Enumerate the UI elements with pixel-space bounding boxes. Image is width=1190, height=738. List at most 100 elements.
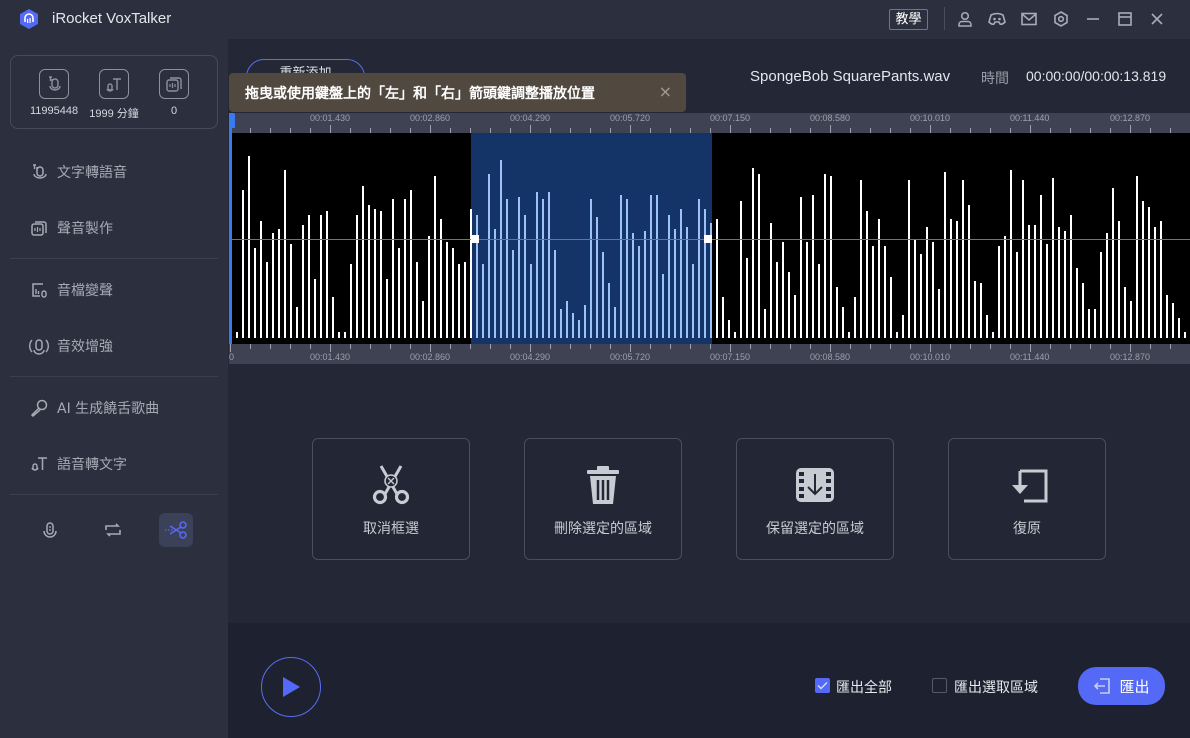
sidebar-item-voice-changer[interactable]: 音檔變聲 [28,278,113,302]
export-icon [1094,678,1111,694]
ruler-tick [730,344,731,352]
waveform-bar [482,264,484,338]
sidebar-item-label: 聲音製作 [57,221,113,237]
sidebar-divider [10,258,218,259]
ruler-tick [950,344,951,349]
ruler-label: 00:05.720 [610,113,651,123]
waveform-bar [902,315,904,338]
titlebar-divider [944,7,945,30]
voice-clone-icon [28,217,50,239]
ruler-label: 00:08.580 [810,113,851,123]
sidebar-item-speech-to-text[interactable]: 語音轉文字 [28,452,127,476]
ruler-tick [1090,344,1091,349]
export-all-checkbox[interactable] [815,678,830,693]
waveform-bar [800,196,802,338]
sidebar-item-label: 文字轉語音 [57,165,127,181]
action-label: 刪除選定的區域 [554,521,652,537]
waveform-bar [422,301,424,338]
waveform-bar [458,264,460,338]
sidebar-item-label: 音效增強 [57,339,113,355]
playhead-handle[interactable] [229,113,235,128]
waveform-bar [872,245,874,338]
convert-button[interactable] [96,513,130,547]
ruler-tick [930,125,931,133]
waveform-bar [686,227,688,338]
waveform-bar [662,274,664,338]
mail-icon[interactable] [1019,9,1039,29]
user-icon[interactable] [955,9,975,29]
play-button[interactable] [261,657,321,717]
app-title: iRocket VoxTalker [52,10,172,27]
ruler-tick [670,344,671,349]
waveform-bar [272,233,274,338]
file-name: SpongeBob SquarePants.wav [750,68,951,85]
cancel-selection-button[interactable]: 取消框選 [312,438,470,560]
audio-cutter-button[interactable] [159,513,193,547]
maximize-icon[interactable] [1115,9,1135,29]
keep-selection-button[interactable]: 保留選定的區域 [736,438,894,560]
waveform-bar [302,225,304,338]
waveform-bar [1172,303,1174,338]
ruler-tick [1070,344,1071,349]
sidebar-item-voice-clone[interactable]: 聲音製作 [28,216,113,240]
playhead[interactable] [229,113,232,344]
waveform-bar [1142,200,1144,338]
export-selection-checkbox[interactable] [932,678,947,693]
stat-speech-to-text: 1999 分鐘 [84,69,144,121]
undo-button[interactable]: 復原 [948,438,1106,560]
voice-changer-icon [28,279,50,301]
stat-value: 11995448 [29,105,79,117]
timeline-ruler-top[interactable]: 00:01.430 00:02.860 00:04.290 00:05.720 00:0… [229,113,1190,133]
tutorial-button[interactable]: 教學 [889,9,928,30]
waveform-bar [320,215,322,338]
waveform-bar [254,247,256,338]
waveform-bar [332,297,334,338]
settings-icon[interactable] [1051,9,1071,29]
sidebar-item-ai-rap[interactable]: AI 生成饒舌歌曲 [28,396,159,420]
selection-start-handle[interactable] [470,235,479,243]
ruler-tick [770,344,771,349]
sidebar-item-text-to-speech[interactable]: 文字轉語音 [28,160,127,184]
waveform-bar [1136,176,1138,338]
recorder-button[interactable] [33,513,67,547]
waveform-bar [1112,188,1114,338]
ruler-tick [730,125,731,133]
waveform-bar [350,264,352,338]
timeline-ruler-bottom[interactable]: 00:01.430 00:02.860 00:04.290 00:05.720 00:0… [229,344,1190,364]
waveform-bar [824,174,826,338]
waveform[interactable] [229,133,1190,344]
ruler-tick [1030,344,1031,352]
ruler-label: 00:04.290 [510,113,551,123]
export-button[interactable]: 匯出 [1078,667,1165,705]
audio-enhance-icon [28,335,50,357]
ruler-tick [430,125,431,133]
ruler-label: 00:01.430 [310,113,351,123]
waveform-bar [434,176,436,338]
waveform-bar [776,262,778,338]
delete-selection-button[interactable]: 刪除選定的區域 [524,438,682,560]
discord-icon[interactable] [987,9,1007,29]
sidebar-item-audio-enhance[interactable]: 音效增強 [28,334,113,358]
waveform-bar [962,180,964,338]
minimize-icon[interactable] [1083,9,1103,29]
waveform-bar [284,169,286,338]
waveform-bar [674,229,676,338]
ruler-tick [850,344,851,349]
waveform-bar [494,229,496,338]
tooltip-close-icon[interactable]: × [659,82,672,101]
ruler-tick [330,344,331,352]
stat-text-to-speech: 11995448 [24,69,84,117]
export-all-label[interactable]: 匯出全部 [836,677,892,697]
close-icon[interactable] [1147,9,1167,29]
waveform-bar [1058,227,1060,338]
export-selection-label[interactable]: 匯出選取區域 [954,677,1038,697]
waveform-bar [392,198,394,338]
waveform-bar [926,227,928,338]
ruler-label: 00:10.010 [910,113,951,123]
waveform-bar [992,331,994,338]
sidebar-divider [10,376,218,377]
ruler-label: 00:11.440 [1010,113,1050,123]
selection-end-handle[interactable] [703,235,712,243]
waveform-bar [644,231,646,338]
waveform-bar [656,194,658,338]
